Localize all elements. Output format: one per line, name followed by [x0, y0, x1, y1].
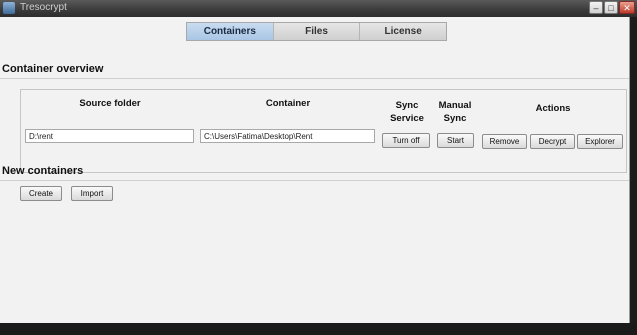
title-bar: Tresocrypt – □ ✕: [0, 0, 637, 17]
remove-button[interactable]: Remove: [482, 134, 527, 149]
header-source-folder: Source folder: [79, 98, 141, 109]
header-container: Container: [265, 98, 311, 109]
close-icon[interactable]: ✕: [619, 1, 635, 14]
tab-bar: Containers Files License: [186, 22, 447, 41]
turn-off-sync-button[interactable]: Turn off: [382, 133, 430, 148]
create-button[interactable]: Create: [20, 186, 62, 201]
tab-containers[interactable]: Containers: [187, 23, 273, 40]
new-containers-title: New containers: [2, 165, 84, 177]
start-sync-button[interactable]: Start: [437, 133, 474, 148]
tab-files[interactable]: Files: [272, 23, 360, 40]
main-panel: Containers Files License Container overv…: [0, 17, 630, 323]
container-table: Source folder Container Sync Service Man…: [20, 89, 627, 173]
app-icon: [3, 2, 15, 14]
window-bottom-edge: [0, 323, 637, 335]
overview-divider: [0, 78, 629, 79]
header-manual-sync: Manual Sync: [438, 100, 472, 124]
source-folder-field[interactable]: D:\rent: [25, 129, 194, 143]
decrypt-button[interactable]: Decrypt: [530, 134, 575, 149]
tab-license[interactable]: License: [359, 23, 447, 40]
import-button[interactable]: Import: [71, 186, 113, 201]
window-title: Tresocrypt: [20, 2, 67, 13]
container-path-field[interactable]: C:\Users\Fatima\Desktop\Rent: [200, 129, 375, 143]
header-actions: Actions: [535, 103, 571, 114]
header-sync-service: Sync Service: [390, 100, 424, 124]
explorer-button[interactable]: Explorer: [577, 134, 623, 149]
container-overview-title: Container overview: [2, 63, 104, 75]
minimize-icon[interactable]: –: [589, 1, 603, 14]
new-containers-divider: [0, 180, 629, 181]
maximize-icon[interactable]: □: [604, 1, 618, 14]
window-controls: – □ ✕: [589, 1, 635, 14]
